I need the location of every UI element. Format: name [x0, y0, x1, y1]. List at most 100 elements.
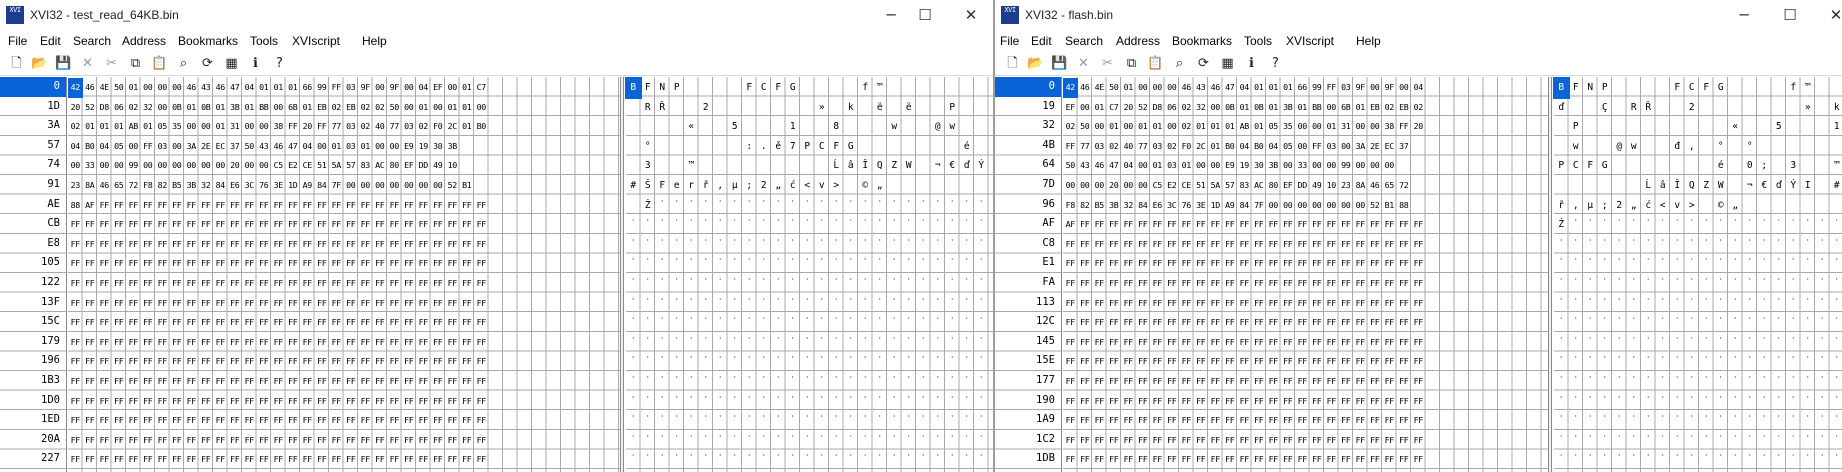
text-char-cell[interactable]: ˙: [1670, 333, 1685, 353]
hex-byte-cell[interactable]: FF: [97, 294, 112, 314]
hex-byte-cell[interactable]: 77: [387, 117, 402, 137]
hex-byte-cell[interactable]: FF: [1382, 411, 1397, 431]
hex-byte-cell[interactable]: 38: [1382, 117, 1397, 137]
hex-byte-cell[interactable]: FF: [416, 196, 431, 216]
hex-byte-cell[interactable]: FF: [344, 450, 359, 470]
text-char-cell[interactable]: ˙: [873, 313, 888, 333]
hex-byte-cell[interactable]: FF: [1237, 215, 1252, 235]
hex-byte-cell[interactable]: 01: [213, 98, 228, 118]
hex-byte-cell[interactable]: FF: [431, 274, 446, 294]
text-char-cell[interactable]: ˙: [1815, 313, 1830, 333]
hex-byte-cell[interactable]: FF: [1223, 235, 1238, 255]
hex-byte-cell[interactable]: FF: [1411, 431, 1426, 451]
text-char-cell[interactable]: ˙: [626, 352, 641, 372]
hex-byte-cell[interactable]: FF: [315, 392, 330, 412]
text-char-cell[interactable]: ˙: [699, 196, 714, 216]
hex-byte-cell[interactable]: FF: [271, 450, 286, 470]
text-char-cell[interactable]: ˙: [960, 215, 975, 235]
hex-byte-cell[interactable]: FF: [1165, 235, 1180, 255]
text-char-cell[interactable]: ˙: [1786, 411, 1801, 431]
text-char-cell[interactable]: ˙: [1801, 431, 1816, 451]
text-char-cell[interactable]: ˙: [1656, 431, 1671, 451]
text-char-cell[interactable]: ˙: [902, 294, 917, 314]
text-char-cell[interactable]: I: [1801, 176, 1816, 196]
hex-byte-cell[interactable]: 01: [1121, 78, 1136, 98]
text-char-cell[interactable]: ˙: [1627, 313, 1642, 333]
hex-byte-cell[interactable]: FF: [445, 294, 460, 314]
text-char-cell[interactable]: ˙: [1772, 274, 1787, 294]
hex-byte-cell[interactable]: FF: [402, 313, 417, 333]
hex-byte-cell[interactable]: FF: [1223, 352, 1238, 372]
hex-byte-cell[interactable]: F0: [1179, 137, 1194, 157]
text-char-cell[interactable]: ˙: [1728, 392, 1743, 412]
hex-byte-cell[interactable]: FF: [1092, 392, 1107, 412]
hex-byte-cell[interactable]: FF: [402, 411, 417, 431]
text-char-cell[interactable]: ˙: [931, 196, 946, 216]
text-char-cell[interactable]: ˙: [728, 372, 743, 392]
hex-pane[interactable]: 42 46 4E 50 01 00 00 00 46 43 46 47 04 01 01 01 66 99 FF 03…: [1063, 77, 1548, 472]
text-char-cell[interactable]: ˙: [771, 450, 786, 470]
text-char-cell[interactable]: w: [945, 117, 960, 137]
text-char-cell[interactable]: ˙: [641, 411, 656, 431]
text-char-cell[interactable]: ˙: [699, 392, 714, 412]
hex-byte-cell[interactable]: 01: [1281, 78, 1296, 98]
hex-byte-cell[interactable]: EF: [431, 78, 446, 98]
text-char-cell[interactable]: ˙: [757, 392, 772, 412]
hex-byte-cell[interactable]: 04: [1411, 78, 1426, 98]
hex-byte-cell[interactable]: 0B: [170, 98, 185, 118]
hex-byte-cell[interactable]: FF: [1353, 372, 1368, 392]
hex-byte-cell[interactable]: FF: [1150, 215, 1165, 235]
hex-byte-cell[interactable]: 02: [358, 117, 373, 137]
text-char-cell[interactable]: ř: [1554, 196, 1569, 216]
hex-byte-cell[interactable]: FF: [1382, 352, 1397, 372]
hex-byte-cell[interactable]: FF: [184, 215, 199, 235]
hex-byte-cell[interactable]: 01: [1208, 117, 1223, 137]
hex-byte-cell[interactable]: FF: [141, 372, 156, 392]
text-char-cell[interactable]: ˙: [757, 294, 772, 314]
hex-byte-cell[interactable]: FF: [329, 431, 344, 451]
hex-byte-cell[interactable]: FF: [358, 372, 373, 392]
hex-byte-cell[interactable]: FF: [1165, 333, 1180, 353]
hex-byte-cell[interactable]: 9F: [387, 78, 402, 98]
hex-byte-cell[interactable]: FF: [402, 431, 417, 451]
text-char-cell[interactable]: ˙: [1569, 411, 1584, 431]
hex-byte-cell[interactable]: 00: [141, 156, 156, 176]
text-char-cell[interactable]: ˙: [1714, 235, 1729, 255]
text-char-cell[interactable]: ˙: [1598, 372, 1613, 392]
hex-byte-cell[interactable]: FF: [358, 431, 373, 451]
hex-byte-cell[interactable]: FF: [416, 215, 431, 235]
hex-byte-cell[interactable]: FF: [416, 392, 431, 412]
find-magnifier-icon[interactable]: ⌕: [174, 54, 193, 73]
hex-byte-cell[interactable]: FF: [1353, 431, 1368, 451]
hex-byte-cell[interactable]: FF: [155, 235, 170, 255]
hex-byte-cell[interactable]: FF: [431, 431, 446, 451]
text-char-cell[interactable]: ˙: [974, 196, 989, 216]
hex-byte-cell[interactable]: FF: [1411, 235, 1426, 255]
text-char-cell[interactable]: ˙: [844, 254, 859, 274]
hex-byte-cell[interactable]: 01: [358, 137, 373, 157]
hex-byte-cell[interactable]: FF: [170, 313, 185, 333]
delete-x-icon[interactable]: ✕: [1074, 54, 1093, 73]
hex-byte-cell[interactable]: FF: [1063, 431, 1078, 451]
hex-byte-cell[interactable]: FF: [242, 235, 257, 255]
text-char-cell[interactable]: Ż: [1554, 215, 1569, 235]
text-char-cell[interactable]: ˙: [771, 411, 786, 431]
text-char-cell[interactable]: <: [1656, 196, 1671, 216]
text-char-cell[interactable]: #: [1830, 176, 1842, 196]
hex-byte-cell[interactable]: 83: [1237, 176, 1252, 196]
hex-byte-cell[interactable]: 52: [1368, 196, 1383, 216]
hex-byte-cell[interactable]: FF: [416, 235, 431, 255]
hex-byte-cell[interactable]: FF: [1121, 431, 1136, 451]
hex-byte-cell[interactable]: FF: [1237, 431, 1252, 451]
text-char-cell[interactable]: ˙: [1815, 254, 1830, 274]
text-char-cell[interactable]: ˙: [1714, 254, 1729, 274]
text-char-cell[interactable]: ˙: [1569, 372, 1584, 392]
hex-byte-cell[interactable]: 02: [1165, 137, 1180, 157]
text-char-cell[interactable]: ˙: [1801, 274, 1816, 294]
hex-byte-cell[interactable]: FF: [1324, 411, 1339, 431]
hex-byte-cell[interactable]: 02: [1382, 98, 1397, 118]
hex-byte-cell[interactable]: FF: [387, 411, 402, 431]
hex-byte-cell[interactable]: FF: [97, 392, 112, 412]
paste-icon[interactable]: 📋: [1146, 54, 1165, 73]
text-char-cell[interactable]: ˙: [742, 392, 757, 412]
